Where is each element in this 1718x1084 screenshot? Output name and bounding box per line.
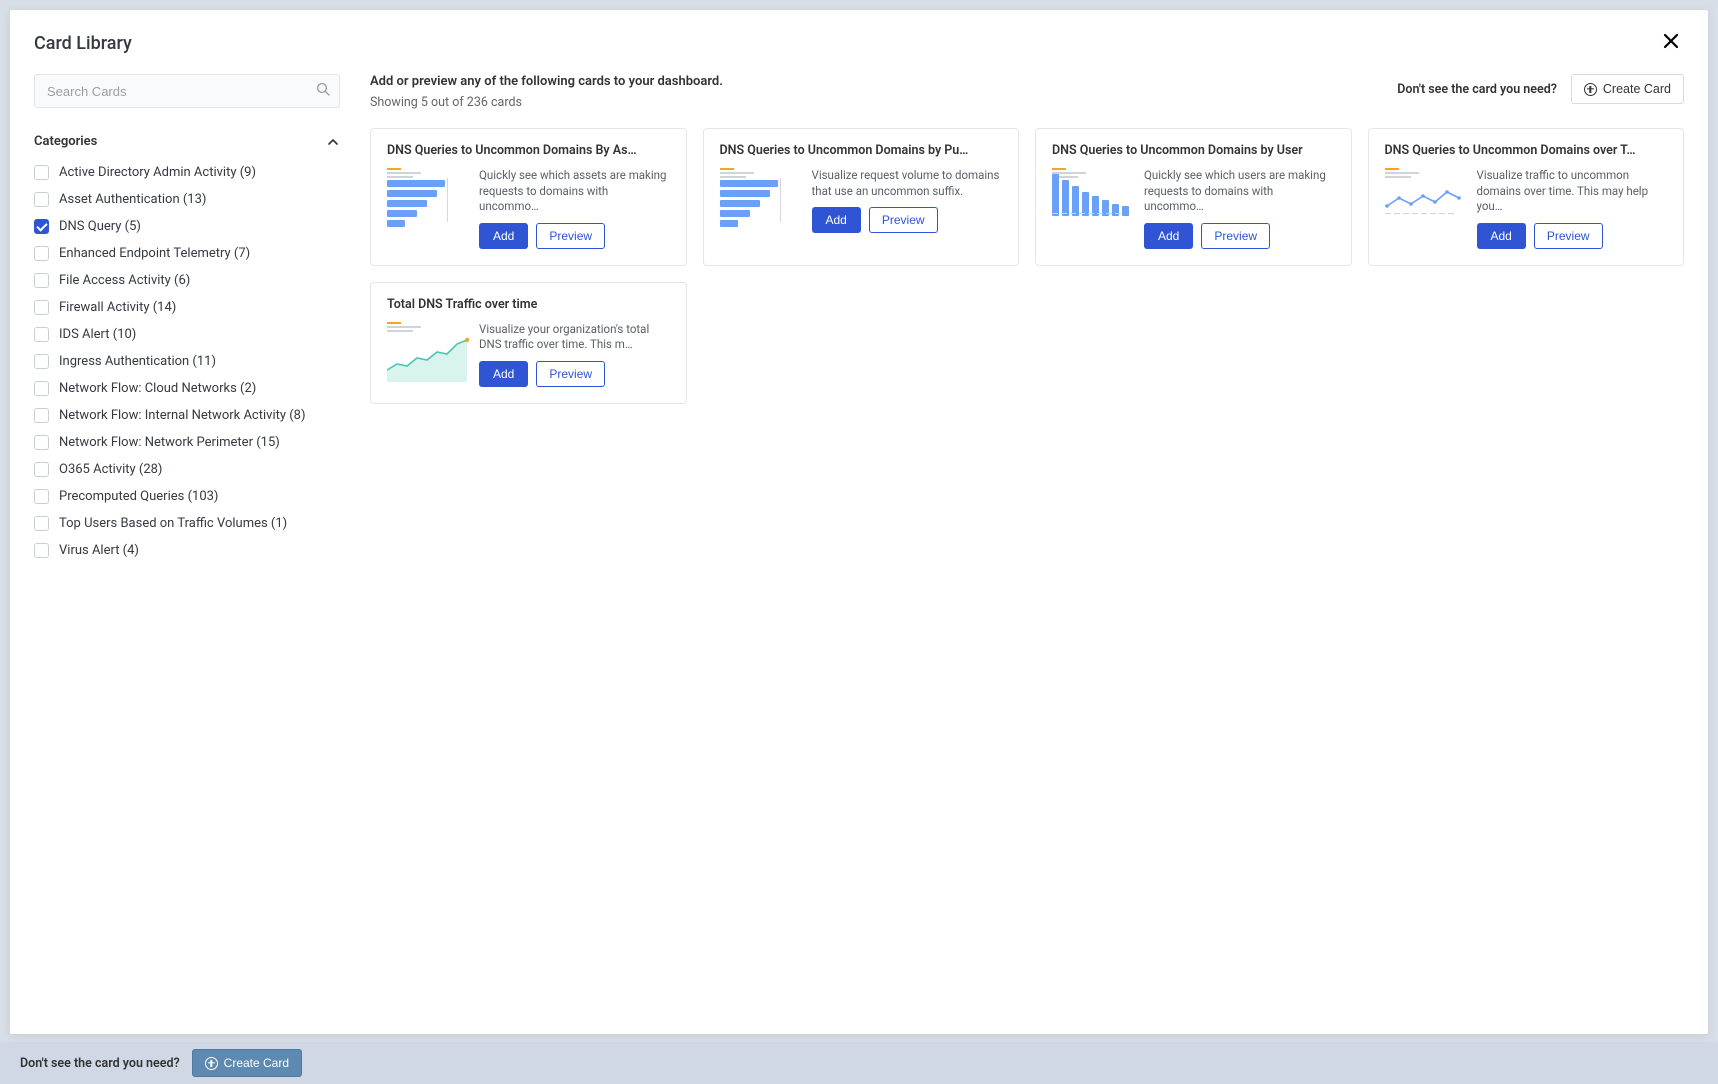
category-label: Ingress Authentication (11)	[59, 354, 216, 369]
checkbox[interactable]	[34, 462, 49, 477]
preview-button[interactable]: Preview	[1201, 223, 1270, 249]
main-content: Add or preview any of the following card…	[360, 64, 1708, 1034]
card-description: Quickly see which assets are making requ…	[479, 168, 670, 215]
main-top: Add or preview any of the following card…	[370, 74, 1684, 110]
add-button[interactable]: Add	[1477, 223, 1526, 249]
footer-create-card-button[interactable]: Create Card	[192, 1049, 302, 1077]
showing-count: Showing 5 out of 236 cards	[370, 95, 1397, 110]
chevron-up-icon	[326, 135, 340, 149]
card-title: DNS Queries to Uncommon Domains over T…	[1385, 143, 1668, 158]
category-label: Network Flow: Network Perimeter (15)	[59, 435, 280, 450]
category-item[interactable]: DNS Query (5)	[34, 213, 340, 240]
category-label: Precomputed Queries (103)	[59, 489, 218, 504]
checkbox[interactable]	[34, 165, 49, 180]
card: DNS Queries to Uncommon Domains over T… V…	[1368, 128, 1685, 266]
checkbox[interactable]	[34, 273, 49, 288]
category-label: Asset Authentication (13)	[59, 192, 206, 207]
add-button[interactable]: Add	[812, 207, 861, 233]
add-button[interactable]: Add	[479, 361, 528, 387]
category-item[interactable]: Network Flow: Internal Network Activity …	[34, 402, 340, 429]
cards-grid: DNS Queries to Uncommon Domains By As… Qu…	[370, 128, 1684, 404]
footer-hint: Don't see the card you need?	[20, 1056, 180, 1071]
category-label: O365 Activity (28)	[59, 462, 162, 477]
preview-button[interactable]: Preview	[536, 361, 605, 387]
preview-button[interactable]: Preview	[869, 207, 938, 233]
category-item[interactable]: O365 Activity (28)	[34, 456, 340, 483]
checkbox[interactable]	[34, 246, 49, 261]
category-item[interactable]: Enhanced Endpoint Telemetry (7)	[34, 240, 340, 267]
plus-circle-icon	[1584, 83, 1597, 96]
card-description: Quickly see which users are making reque…	[1144, 168, 1335, 215]
category-item[interactable]: Precomputed Queries (103)	[34, 483, 340, 510]
search-wrap	[34, 74, 340, 108]
checkbox[interactable]	[34, 381, 49, 396]
create-card-hint: Don't see the card you need?	[1397, 82, 1557, 97]
card-description: Visualize your organization's total DNS …	[479, 322, 670, 353]
checkbox[interactable]	[34, 327, 49, 342]
modal-header: Card Library	[10, 10, 1708, 64]
card-title: DNS Queries to Uncommon Domains by User	[1052, 143, 1335, 158]
card: DNS Queries to Uncommon Domains by Pu… Vi…	[703, 128, 1020, 266]
category-item[interactable]: Active Directory Admin Activity (9)	[34, 159, 340, 186]
category-item[interactable]: IDS Alert (10)	[34, 321, 340, 348]
categories-heading: Categories	[34, 134, 97, 149]
category-label: Network Flow: Internal Network Activity …	[59, 408, 306, 423]
category-label: Firewall Activity (14)	[59, 300, 176, 315]
checkbox[interactable]	[34, 192, 49, 207]
close-icon	[1662, 32, 1680, 50]
category-label: File Access Activity (6)	[59, 273, 190, 288]
category-item[interactable]: Firewall Activity (14)	[34, 294, 340, 321]
intro-text: Add or preview any of the following card…	[370, 74, 1397, 89]
category-label: DNS Query (5)	[59, 219, 141, 234]
sidebar: Categories Active Directory Admin Activi…	[10, 64, 360, 1034]
checkbox[interactable]	[34, 516, 49, 531]
page-footer-bar: Don't see the card you need? Create Card	[0, 1042, 1718, 1084]
card-library-modal: Card Library Categories Active Directory…	[10, 10, 1708, 1034]
checkbox[interactable]	[34, 408, 49, 423]
checkbox[interactable]	[34, 489, 49, 504]
search-input[interactable]	[34, 74, 340, 108]
card: DNS Queries to Uncommon Domains By As… Qu…	[370, 128, 687, 266]
checkbox[interactable]	[34, 435, 49, 450]
card-description: Visualize request volume to domains that…	[812, 168, 1003, 199]
category-label: Enhanced Endpoint Telemetry (7)	[59, 246, 250, 261]
category-item[interactable]: File Access Activity (6)	[34, 267, 340, 294]
checkbox[interactable]	[34, 543, 49, 558]
category-item[interactable]: Ingress Authentication (11)	[34, 348, 340, 375]
category-item[interactable]: Virus Alert (4)	[34, 537, 340, 564]
card-title: DNS Queries to Uncommon Domains by Pu…	[720, 143, 1003, 158]
checkbox[interactable]	[34, 354, 49, 369]
close-button[interactable]	[1658, 28, 1684, 58]
checkbox[interactable]	[34, 219, 49, 234]
card: Total DNS Traffic over time Visualize you…	[370, 282, 687, 404]
card-description: Visualize traffic to uncommon domains ov…	[1477, 168, 1668, 215]
category-label: IDS Alert (10)	[59, 327, 136, 342]
card-title: DNS Queries to Uncommon Domains By As…	[387, 143, 670, 158]
category-item[interactable]: Asset Authentication (13)	[34, 186, 340, 213]
categories-list: Active Directory Admin Activity (9) Asset…	[34, 159, 340, 564]
add-button[interactable]: Add	[1144, 223, 1193, 249]
category-label: Top Users Based on Traffic Volumes (1)	[59, 516, 287, 531]
card-title: Total DNS Traffic over time	[387, 297, 670, 312]
card: DNS Queries to Uncommon Domains by User Q…	[1035, 128, 1352, 266]
preview-button[interactable]: Preview	[536, 223, 605, 249]
checkbox[interactable]	[34, 300, 49, 315]
category-item[interactable]: Top Users Based on Traffic Volumes (1)	[34, 510, 340, 537]
category-label: Network Flow: Cloud Networks (2)	[59, 381, 256, 396]
category-label: Virus Alert (4)	[59, 543, 139, 558]
category-item[interactable]: Network Flow: Cloud Networks (2)	[34, 375, 340, 402]
create-card-button[interactable]: Create Card	[1571, 74, 1684, 104]
preview-button[interactable]: Preview	[1534, 223, 1603, 249]
category-item[interactable]: Network Flow: Network Perimeter (15)	[34, 429, 340, 456]
plus-circle-icon	[205, 1057, 218, 1070]
modal-title: Card Library	[34, 33, 132, 54]
category-label: Active Directory Admin Activity (9)	[59, 165, 256, 180]
add-button[interactable]: Add	[479, 223, 528, 249]
categories-header[interactable]: Categories	[34, 128, 340, 159]
